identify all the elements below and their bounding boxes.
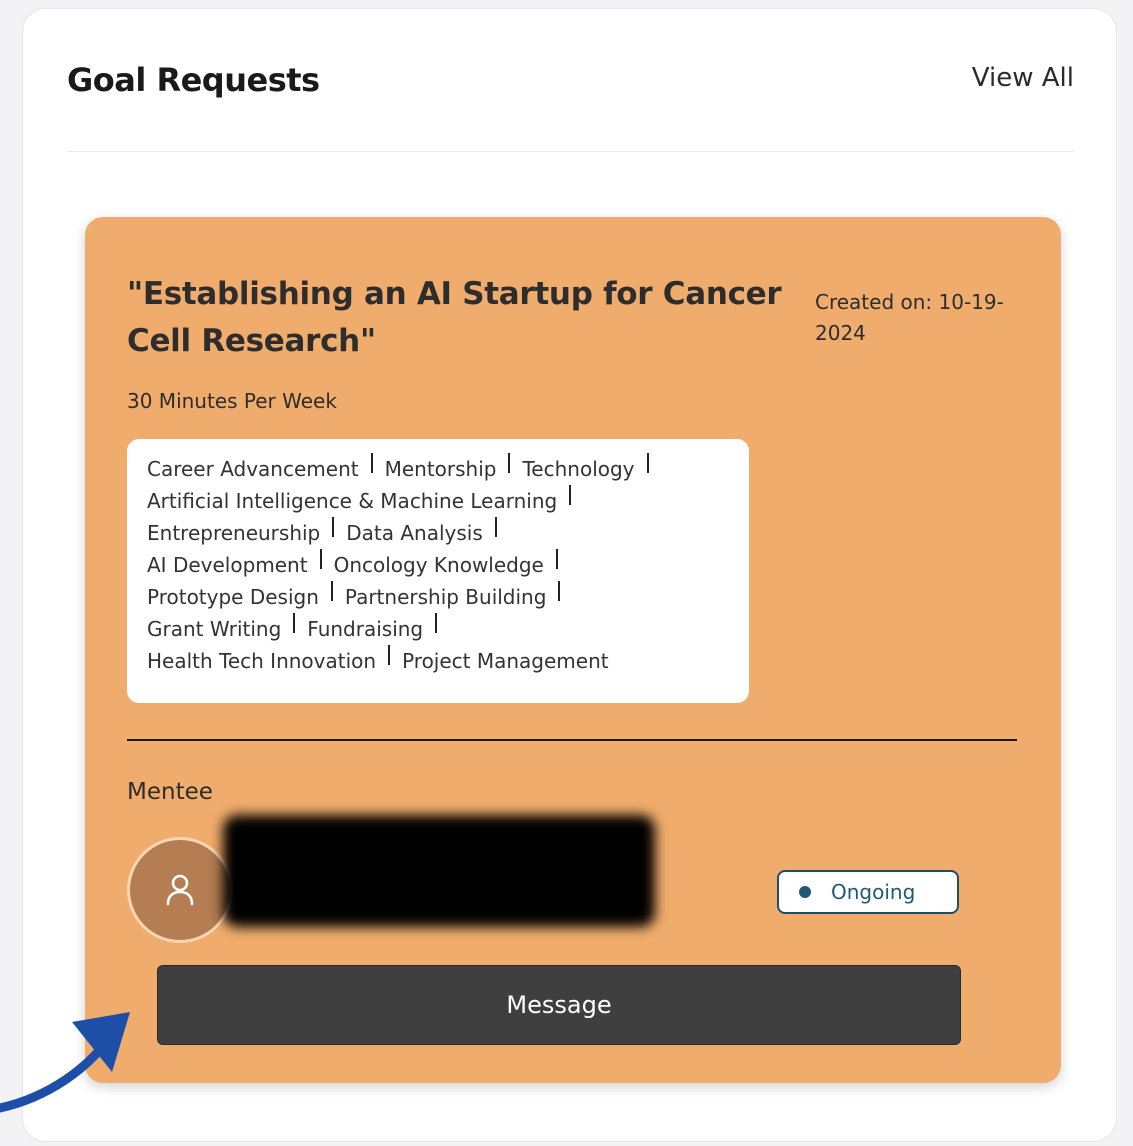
tag-separator	[370, 453, 373, 473]
tag: Entrepreneurship	[147, 521, 321, 545]
tag-line: Entrepreneurship Data Analysis	[147, 517, 731, 549]
card-divider	[127, 739, 1017, 741]
tag-separator	[293, 613, 296, 633]
goal-card: "Establishing an AI Startup for Cancer C…	[85, 217, 1061, 1083]
tag-line: Artificial Intelligence & Machine Learni…	[147, 485, 731, 517]
tag-separator	[435, 613, 438, 633]
tag-separator	[508, 453, 511, 473]
goal-requests-panel: Goal Requests View All "Establishing an …	[22, 8, 1117, 1142]
skill-tags-box: Career Advancement Mentorship Technology…	[127, 439, 749, 703]
tag-separator	[646, 453, 649, 473]
tag-separator	[330, 581, 333, 601]
tag-line: AI Development Oncology Knowledge	[147, 549, 731, 581]
view-all-link[interactable]: View All	[972, 63, 1074, 93]
message-button[interactable]: Message	[157, 965, 961, 1045]
redacted-mentee-name	[223, 815, 655, 927]
tag-line: Prototype Design Partnership Building	[147, 581, 731, 613]
tag: Grant Writing	[147, 617, 282, 641]
status-badge: Ongoing	[777, 870, 959, 914]
tag-separator	[555, 549, 558, 569]
tag: Data Analysis	[346, 521, 483, 545]
tag-separator	[332, 517, 335, 537]
tag-separator	[569, 485, 572, 505]
tag-line: Health Tech Innovation Project Managemen…	[147, 645, 731, 677]
tag-separator	[558, 581, 561, 601]
tag-line: Career Advancement Mentorship Technology	[147, 453, 731, 485]
tag: Artificial Intelligence & Machine Learni…	[147, 489, 558, 513]
tag: Fundraising	[307, 617, 424, 641]
tag: Career Advancement	[147, 457, 359, 481]
time-commitment: 30 Minutes Per Week	[127, 389, 337, 413]
tag: Mentorship	[384, 457, 497, 481]
tag: Oncology Knowledge	[333, 553, 544, 577]
tag-line: Grant Writing Fundraising	[147, 613, 731, 645]
tag: AI Development	[147, 553, 308, 577]
user-icon	[166, 874, 194, 906]
panel-title: Goal Requests	[67, 61, 320, 99]
status-text: Ongoing	[831, 880, 916, 904]
tag: Project Management	[402, 649, 609, 673]
tag-separator	[494, 517, 497, 537]
mentee-label: Mentee	[127, 779, 213, 805]
tag: Health Tech Innovation	[147, 649, 377, 673]
goal-title: "Establishing an AI Startup for Cancer C…	[127, 276, 782, 359]
curved-arrow-icon	[0, 1012, 130, 1113]
tag-separator	[319, 549, 322, 569]
tag-separator	[388, 645, 391, 665]
created-on-date: Created on: 10-19-2024	[815, 290, 1004, 345]
panel-divider	[67, 151, 1074, 152]
tag: Technology	[522, 457, 635, 481]
tag: Prototype Design	[147, 585, 319, 609]
mentee-avatar[interactable]	[127, 837, 233, 943]
status-dot-icon	[799, 886, 811, 898]
tag: Partnership Building	[344, 585, 547, 609]
